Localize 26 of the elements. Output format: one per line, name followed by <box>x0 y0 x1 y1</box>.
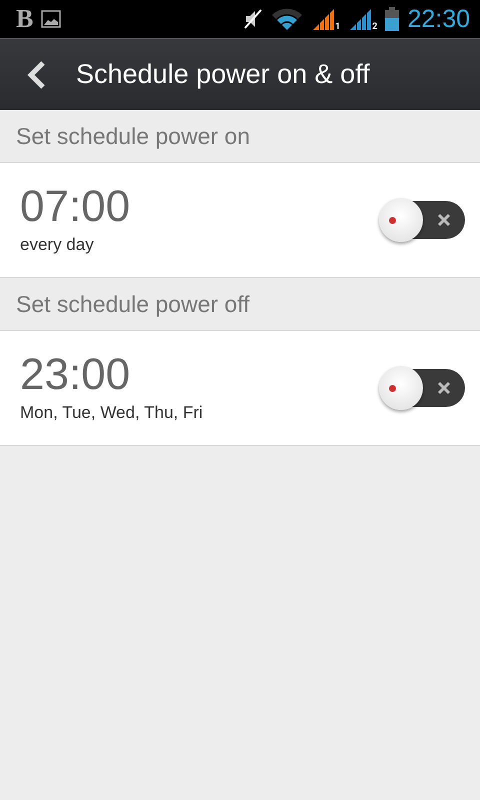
section-header: Set schedule power off <box>16 290 250 318</box>
toggle-switch[interactable] <box>381 201 465 239</box>
schedule-item[interactable]: 23:00 Mon, Tue, Wed, Thu, Fri <box>0 331 480 446</box>
section-header: Set schedule power on <box>16 122 250 150</box>
picture-icon <box>41 10 62 28</box>
muted-speaker-icon <box>243 8 264 30</box>
back-icon[interactable] <box>26 60 48 90</box>
schedule-time: 07:00 <box>20 185 130 229</box>
close-icon <box>437 381 451 395</box>
schedule-item[interactable]: 07:00 every day <box>0 163 480 278</box>
repeat-days: every day <box>20 235 130 255</box>
battery-icon <box>385 7 400 31</box>
signal-icon <box>311 8 336 30</box>
schedule-time: 23:00 <box>20 353 132 397</box>
close-icon <box>437 213 451 227</box>
signal-icon <box>348 8 372 30</box>
toggle-switch[interactable] <box>381 369 465 407</box>
sim-number: 2 <box>372 23 378 32</box>
repeat-days: Mon, Tue, Wed, Thu, Fri <box>20 403 203 423</box>
indicator-dot <box>389 384 396 392</box>
notification-letter: B <box>16 6 34 32</box>
clock: 22:30 <box>407 4 470 34</box>
wifi-icon <box>271 8 304 30</box>
screen-title: Schedule power on & off <box>76 59 370 90</box>
sim-number: 1 <box>335 23 340 32</box>
indicator-dot <box>389 216 396 224</box>
